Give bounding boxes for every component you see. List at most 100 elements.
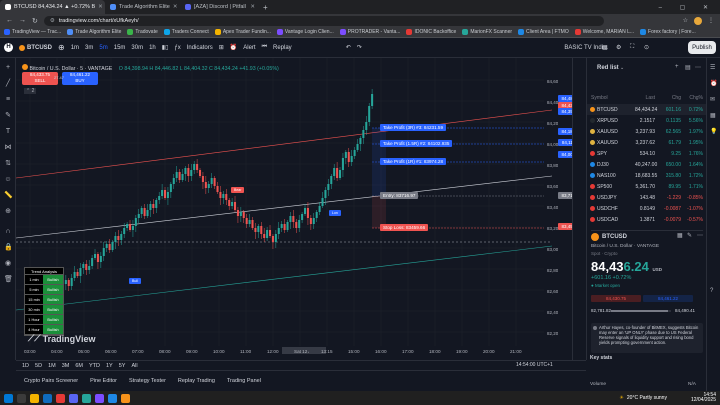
emoji-icon[interactable]: ☺ xyxy=(4,176,12,184)
tradingview-logo-icon[interactable]: H xyxy=(4,43,13,52)
watchlist-row[interactable]: USDJPY 143.48 -1.229 -0.85% xyxy=(587,192,707,203)
browser-tab-active[interactable]: BTCUSD 84,434.24 ▲ +0.72% B ✕ xyxy=(0,0,105,14)
window-controls-icon[interactable]: – ▢ ✕ xyxy=(659,4,720,11)
indicators-button[interactable]: Indicators xyxy=(187,45,213,51)
fib-icon[interactable]: ≡ xyxy=(4,96,12,104)
close-tab-icon[interactable]: ✕ xyxy=(173,4,178,10)
layout-icon[interactable]: ▤ xyxy=(685,64,691,71)
eye-icon[interactable]: ◉ xyxy=(4,260,12,268)
price-chart[interactable]: 84,600.00 84,400.00 84,200.00 84,000.00 83,8… xyxy=(16,58,585,360)
calendar-icon[interactable]: ▦ xyxy=(710,112,716,119)
trend-line-icon[interactable]: ╱ xyxy=(4,80,12,88)
bookmark-item[interactable]: TradingView — Trac... xyxy=(4,29,61,35)
chrome-icon[interactable] xyxy=(56,393,65,403)
bid-price[interactable]: 84,430.75 xyxy=(591,295,641,302)
range-3m[interactable]: 3M xyxy=(62,363,70,369)
magnet-icon[interactable]: ∩ xyxy=(4,228,12,236)
replay-icon[interactable]: ⏮ xyxy=(262,44,267,51)
panel-tab[interactable]: Trading Panel xyxy=(227,378,261,384)
forward-arrow-icon[interactable]: → xyxy=(19,17,26,24)
app-icon[interactable] xyxy=(82,393,91,403)
panel-tab[interactable]: Strategy Tester xyxy=(129,378,166,384)
more-icon[interactable]: ⋯ xyxy=(697,232,703,239)
forecast-icon[interactable]: ⇅ xyxy=(4,160,12,168)
bookmark-item[interactable]: Client Area | FTMO xyxy=(518,29,569,35)
bookmark-item[interactable]: Vantage Login Clien... xyxy=(276,29,334,35)
star-icon[interactable]: ☆ xyxy=(683,17,688,24)
alerts-icon[interactable]: ⏰ xyxy=(710,80,717,87)
news-card[interactable]: Arthur Hayes, co-founder of BitMEX, sugg… xyxy=(591,323,703,353)
browser-menu-icon[interactable]: ⋮ xyxy=(708,17,714,24)
range-1m[interactable]: 1M xyxy=(48,363,56,369)
app-icon[interactable] xyxy=(95,393,104,403)
range-1d[interactable]: 1D xyxy=(22,363,29,369)
more-icon[interactable]: ⋯ xyxy=(695,64,701,71)
browser-tab[interactable]: Trade Algorithm Elite ✕ xyxy=(105,0,180,14)
file-explorer-icon[interactable] xyxy=(30,393,39,403)
chat-icon[interactable]: ✉ xyxy=(710,96,715,103)
new-tab-icon[interactable]: + xyxy=(263,3,268,12)
redo-icon[interactable]: ↷ xyxy=(357,44,362,51)
watchlist-row[interactable]: XAUUSD 3,237.62 61.79 1.95% xyxy=(587,137,707,148)
bookmark-item[interactable]: Welcome, MARIAN L... xyxy=(574,29,634,35)
grid-icon[interactable]: ▦ xyxy=(677,232,683,239)
range-6m[interactable]: 6M xyxy=(75,363,83,369)
timeframe-30m[interactable]: 30m xyxy=(131,45,143,51)
timeframe-1h[interactable]: 1h xyxy=(149,45,156,51)
watchlist-row[interactable]: XAUUSD 3,237.93 62.565 1.97% xyxy=(587,126,707,137)
panel-tab[interactable]: Pine Editor xyxy=(90,378,117,384)
range-1y[interactable]: 1Y xyxy=(106,363,113,369)
watchlist-row[interactable]: USDCAD 1.3871 -0.0079 -0.57% xyxy=(587,214,707,225)
collapse-legend-icon[interactable]: ⌃ 2 xyxy=(24,88,37,94)
range-all[interactable]: All xyxy=(131,363,137,369)
browser-tab[interactable]: [AZA] Discord | Pitfall ✕ xyxy=(180,0,260,14)
url-input[interactable]: ⚙ tradingview.com/chart/xUfkAeyh/ xyxy=(43,15,604,26)
lock-icon[interactable]: 🔒 xyxy=(4,244,13,252)
range-ytd[interactable]: YTD xyxy=(89,363,100,369)
weather-widget[interactable]: ☀ 20°C Partly sunny xyxy=(619,395,667,401)
bookmark-item[interactable]: Apex Trader Fundin... xyxy=(214,29,271,35)
undo-icon[interactable]: ↶ xyxy=(346,44,351,51)
add-symbol-icon[interactable]: + xyxy=(675,64,679,70)
windows-start-icon[interactable] xyxy=(4,393,13,403)
templates-icon[interactable]: ⊞ xyxy=(219,44,224,51)
site-info-icon[interactable]: ⚙ xyxy=(50,18,55,24)
bookmark-item[interactable]: Forex factory | Fore... xyxy=(640,29,696,35)
watchlist-row[interactable]: USDCHF 0.8149 -0.0087 -1.07% xyxy=(587,203,707,214)
publish-button[interactable]: Publish xyxy=(688,41,716,54)
edit-icon[interactable]: ✎ xyxy=(687,232,692,239)
buy-button[interactable]: 84,461.22 BUY xyxy=(62,72,98,85)
profile-avatar[interactable] xyxy=(694,16,702,25)
watchlist-row[interactable]: NAS100 18,683.55 315.80 1.72% xyxy=(587,170,707,181)
timeframe-5m[interactable]: 5m xyxy=(99,45,107,51)
bookmark-item[interactable]: IDONIC Backoffice xyxy=(406,29,456,35)
text-tool-icon[interactable]: T xyxy=(4,128,12,136)
candlestick-chart[interactable]: 84,600.00 84,400.00 84,200.00 84,000.00 83,8… xyxy=(16,58,558,360)
fullscreen-icon[interactable]: ⛶ xyxy=(630,44,634,51)
reload-icon[interactable]: ↻ xyxy=(32,17,38,25)
timeframe-15m[interactable]: 15m xyxy=(114,45,126,51)
chart-clock[interactable]: 14:54:00 UTC+1 xyxy=(516,362,553,368)
range-5y[interactable]: 5Y xyxy=(119,363,126,369)
watchlist-row[interactable]: SP500 5,361.70 89.95 1.71% xyxy=(587,181,707,192)
timeframe-3m[interactable]: 3m xyxy=(85,45,93,51)
system-clock[interactable]: 14:54 12/04/2025 xyxy=(691,393,716,403)
chevron-down-icon[interactable]: ⌄ xyxy=(620,65,624,71)
app-icon[interactable] xyxy=(121,393,130,403)
watchlist-row[interactable]: SPY 534.10 9.25 1.76% xyxy=(587,148,707,159)
edge-icon[interactable] xyxy=(43,393,52,403)
help-icon[interactable]: ? xyxy=(710,288,713,294)
watchlist-title[interactable]: Red list xyxy=(597,65,619,71)
bookmark-item[interactable]: Traders Connect xyxy=(163,29,209,35)
ask-price[interactable]: 84,461.22 xyxy=(643,295,693,302)
close-tab-icon[interactable]: ✕ xyxy=(98,4,103,10)
ruler-icon[interactable]: 📏 xyxy=(4,192,13,200)
app-icon[interactable] xyxy=(108,393,117,403)
bookmark-item[interactable]: MarionFX Scanner xyxy=(462,29,512,35)
watchlist-row[interactable]: DJ30 40,247.00 650.00 1.64% xyxy=(587,159,707,170)
compare-symbol-icon[interactable]: ⊕ xyxy=(58,43,65,52)
alert-icon[interactable]: ⏰ xyxy=(230,44,237,51)
camera-icon[interactable]: ⊙ xyxy=(644,44,649,51)
alert-button[interactable]: Alert xyxy=(243,45,255,51)
range-5d[interactable]: 5D xyxy=(35,363,42,369)
